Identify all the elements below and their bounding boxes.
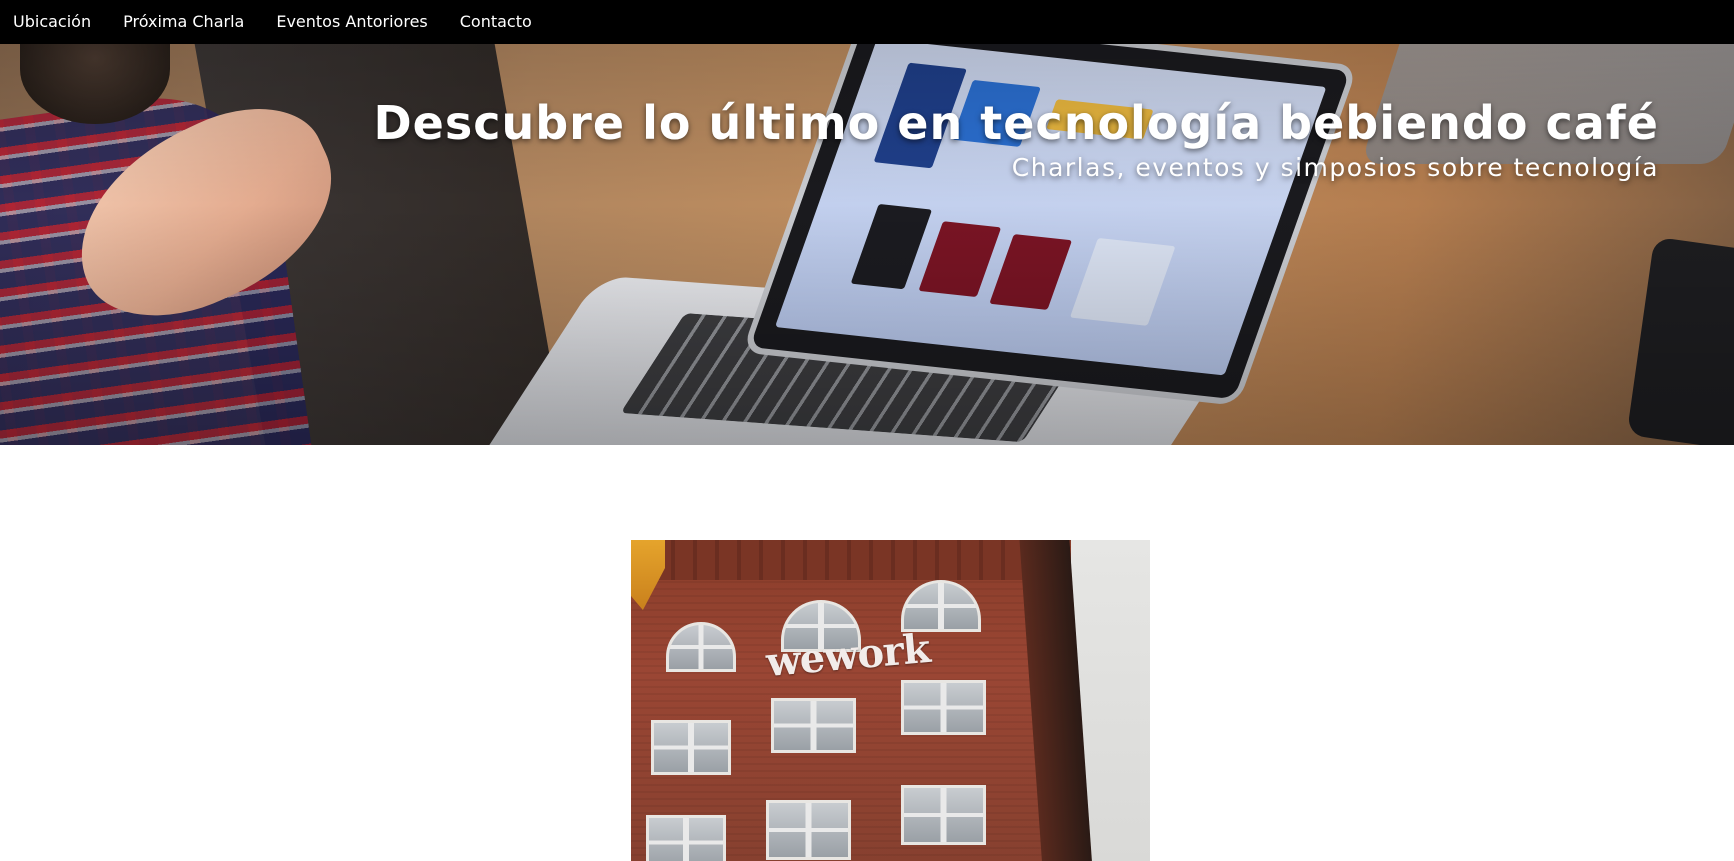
building-window [901,680,986,735]
building-facade: wework [631,540,1071,861]
nav-link-proxima-charla[interactable]: Próxima Charla [123,14,244,30]
nav-link-contacto[interactable]: Contacto [460,14,532,30]
hero-title: Descubre lo último en tecnología bebiend… [373,96,1659,150]
nav-link-eventos-anteriores[interactable]: Eventos Antoriores [276,14,427,30]
building-window [646,815,726,861]
building-window [901,785,986,845]
building-window [771,698,856,753]
hero-text-block: Descubre lo último en tecnología bebiend… [373,98,1659,182]
building-window [901,580,981,632]
building-window [766,800,851,860]
top-navbar: Ubicación Próxima Charla Eventos Antorio… [0,0,1734,44]
venue-building-image: wework [631,540,1150,861]
nav-link-ubicacion[interactable]: Ubicación [13,14,91,30]
hero-subtitle: Charlas, eventos y simposios sobre tecno… [1011,152,1659,182]
building-cornice [631,540,1051,580]
hero-banner: Descubre lo último en tecnología bebiend… [0,44,1734,445]
building-window [651,720,731,775]
building-window [666,622,736,672]
